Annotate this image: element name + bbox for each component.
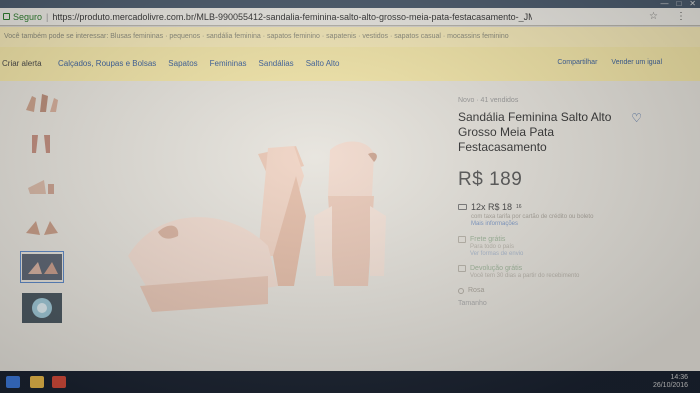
shipping-note: Para todo o país xyxy=(470,244,515,250)
back-shoe-top xyxy=(328,141,374,196)
taskbar: 14:36 26/10/2016 xyxy=(0,371,700,393)
clock-date: 26/10/2016 xyxy=(652,382,688,389)
returns-label: Devolução grátis xyxy=(470,265,523,272)
shoe-thumbnail-icon xyxy=(22,254,62,280)
address-bar: Seguro | https://produto.mercadolivre.co… xyxy=(0,8,700,26)
thumbnail[interactable] xyxy=(20,210,64,242)
sell-similar-link[interactable]: Vender um igual xyxy=(611,59,662,66)
installments-cents: 16 xyxy=(516,204,522,210)
close-icon[interactable]: ✕ xyxy=(689,0,696,8)
credit-card-icon xyxy=(458,204,467,210)
chrome-icon[interactable] xyxy=(52,376,66,388)
breadcrumb-item[interactable]: Calçados, Roupas e Bolsas xyxy=(58,59,156,68)
browser-menu-icon[interactable]: ⋮ xyxy=(676,11,686,22)
suggestion-bar: Você também pode se interessar: Blusas f… xyxy=(0,27,700,47)
file-explorer-icon[interactable] xyxy=(30,376,44,388)
clock-time: 14:36 xyxy=(670,374,688,381)
header-links: Compartilhar Vender um igual xyxy=(557,59,662,66)
thumbnail[interactable] xyxy=(20,292,64,324)
bookmark-star-icon[interactable]: ☆ xyxy=(649,11,658,22)
thumbnail[interactable] xyxy=(20,87,64,119)
back-shoe-heel xyxy=(328,196,374,286)
shoe-thumbnail-icon xyxy=(26,221,58,235)
create-alert-link[interactable]: Criar alerta xyxy=(2,59,42,68)
tab-strip: — □ ✕ xyxy=(0,0,700,8)
back-shoe-lace xyxy=(370,206,386,276)
share-link[interactable]: Compartilhar xyxy=(557,59,597,66)
package-thumbnail-icon xyxy=(22,293,62,323)
installments-row: 12x R$ 18 16 xyxy=(458,202,658,212)
shoe-thumbnail-icon xyxy=(32,135,50,153)
thumbnail[interactable] xyxy=(20,128,64,160)
maximize-icon[interactable]: □ xyxy=(676,0,681,8)
product-page: Novo · 41 vendidos Sandália Feminina Sal… xyxy=(0,81,700,371)
favorite-heart-icon[interactable]: ♡ xyxy=(631,111,642,125)
breadcrumb-item[interactable]: Salto Alto xyxy=(306,59,340,68)
breadcrumb-item[interactable]: Femininas xyxy=(210,59,247,68)
breadcrumb-item[interactable]: Sandálias xyxy=(259,59,294,68)
installments-note: com taxa tarifa por cartão de crédito ou… xyxy=(471,214,594,220)
returns-note: Você tem 30 dias a partir do recebimento xyxy=(470,273,580,279)
suggestion-text[interactable]: Você também pode se interessar: Blusas f… xyxy=(4,33,509,40)
return-icon xyxy=(458,265,466,272)
color-label: Rosa xyxy=(468,287,485,294)
color-row: Rosa xyxy=(458,287,658,294)
product-title: Sandália Feminina Salto Alto Grosso Meia… xyxy=(458,110,612,154)
back-shoe-lace xyxy=(314,206,332,276)
start-button-icon[interactable] xyxy=(6,376,20,388)
shoe-thumbnail-icon xyxy=(26,94,58,112)
breadcrumb-item[interactable]: Sapatos xyxy=(168,59,197,68)
shipping-label: Frete grátis xyxy=(470,236,506,243)
secure-label: Seguro xyxy=(13,11,43,22)
breadcrumb: Calçados, Roupas e Bolsas Sapatos Femini… xyxy=(58,59,340,68)
size-label: Tamanho xyxy=(458,300,487,307)
window-controls: — □ ✕ xyxy=(660,0,696,8)
screen: — □ ✕ Seguro | https://produto.mercadoli… xyxy=(0,0,700,393)
product-main-image[interactable] xyxy=(118,136,428,393)
shipping-link[interactable]: Ver formas de envio xyxy=(470,251,658,257)
returns-row: Devolução grátis xyxy=(458,265,658,272)
thumbnail-gallery xyxy=(20,87,70,333)
thumbnail[interactable] xyxy=(20,169,64,201)
truck-icon xyxy=(458,236,466,243)
lock-icon xyxy=(3,13,10,20)
shipping-row: Frete grátis xyxy=(458,236,658,243)
thumbnail-selected[interactable] xyxy=(20,251,64,283)
color-swatch-icon[interactable] xyxy=(458,287,464,294)
product-info-panel: Novo · 41 vendidos Sandália Feminina Sal… xyxy=(458,97,658,307)
installments-value: 12x R$ 18 xyxy=(471,202,513,212)
more-info-link[interactable]: Mais informações xyxy=(471,221,658,227)
minimize-icon[interactable]: — xyxy=(660,0,668,8)
shoe-thumbnail-icon xyxy=(28,180,54,194)
divider: | xyxy=(46,11,49,22)
product-price: R$ 189 xyxy=(458,169,523,190)
condition-sold-count: Novo · 41 vendidos xyxy=(458,97,519,104)
system-clock[interactable]: 14:36 26/10/2016 xyxy=(653,374,688,390)
url-field[interactable]: https://produto.mercadolivre.com.br/MLB-… xyxy=(52,12,532,22)
breadcrumb-bar: Criar alerta Calçados, Roupas e Bolsas S… xyxy=(0,47,700,81)
